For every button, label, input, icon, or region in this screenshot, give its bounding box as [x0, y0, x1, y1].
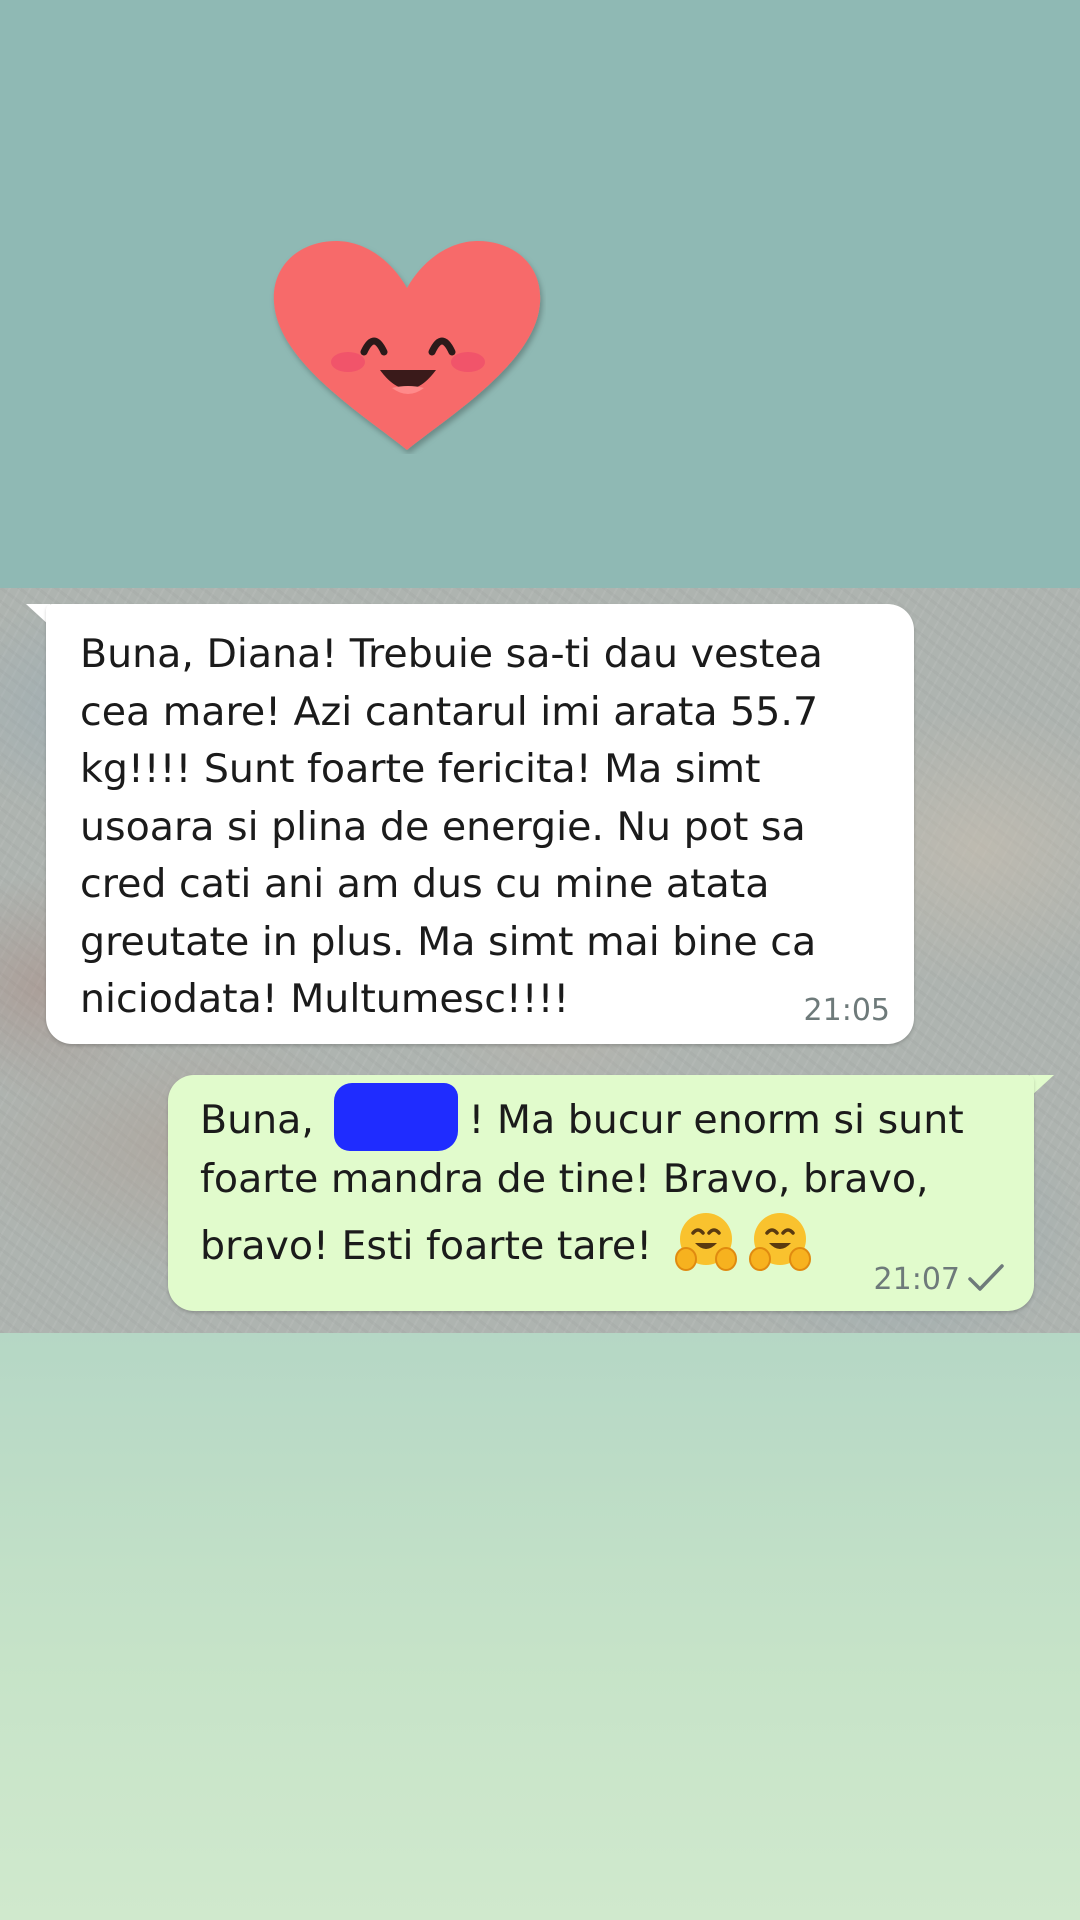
outgoing-line2: foarte mandra de tine! Bravo, bravo,	[200, 1156, 929, 1202]
redaction-mark	[334, 1083, 458, 1151]
incoming-message-time: 21:05	[803, 993, 890, 1028]
outgoing-line1-start: Buna,	[200, 1097, 327, 1143]
sent-check-icon	[968, 1264, 1004, 1291]
outgoing-message-bubble[interactable]: Buna, ! Ma bucur enorm si sunt foarte ma…	[168, 1075, 1034, 1311]
incoming-message-text: Buna, Diana! Trebuie sa-ti dau vestea ce…	[80, 631, 823, 1022]
smiling-heart-icon	[273, 240, 541, 450]
incoming-message-bubble[interactable]: Buna, Diana! Trebuie sa-ti dau vestea ce…	[46, 604, 914, 1044]
bottom-background	[0, 1333, 1080, 1920]
outgoing-line3: bravo! Esti foarte tare!	[200, 1223, 665, 1269]
outgoing-message-text: Buna, ! Ma bucur enorm si sunt foarte ma…	[200, 1091, 1002, 1276]
hugging-face-icon	[673, 1209, 739, 1275]
outgoing-line1-end: ! Ma bucur enorm si sunt	[468, 1097, 964, 1143]
outgoing-message-time: 21:07	[873, 1262, 960, 1297]
hugging-face-icon	[747, 1209, 813, 1275]
